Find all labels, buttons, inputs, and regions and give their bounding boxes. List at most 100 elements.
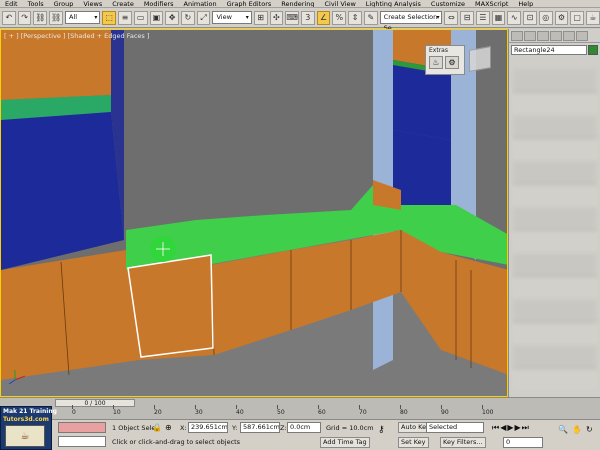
align-icon[interactable]: ⊟ (460, 10, 474, 25)
edit-named-selection-icon[interactable]: ✎ (363, 10, 378, 25)
maxscript-mini-listener[interactable] (58, 436, 106, 447)
menu-item-rendering[interactable]: Rendering (276, 0, 319, 7)
layer-manager-icon[interactable]: ☰ (475, 10, 490, 25)
timeline-tick: 100 (482, 405, 494, 416)
timeline-tick: 40 (236, 405, 244, 416)
select-by-name-icon[interactable]: ≡ (118, 10, 132, 25)
menu-bar: Edit Tools Group Views Create Modifiers Animat… (0, 0, 600, 8)
pan-icon[interactable]: ✋ (572, 425, 582, 434)
rectangular-selection-icon[interactable]: ▭ (133, 10, 148, 25)
graphite-ribbon-icon[interactable]: ▦ (491, 10, 506, 25)
curve-editor-icon[interactable]: ∿ (507, 10, 522, 25)
x-label: X: (180, 424, 187, 432)
modify-tab-icon[interactable] (524, 31, 536, 41)
named-selection-dropdown[interactable]: Create Selection Se (379, 11, 443, 32)
mirror-icon[interactable]: ⇔ (444, 10, 459, 25)
perspective-viewport[interactable]: [ + ] [Perspective ] [Shaded + Edged Fac… (0, 29, 508, 397)
maxscript-listener[interactable] (58, 422, 106, 433)
selected-door-outline (127, 254, 214, 358)
object-color-swatch[interactable] (588, 45, 598, 55)
menu-item-lighting-analysis[interactable]: Lighting Analysis (361, 0, 426, 7)
playback-controls[interactable]: ⏮◀▶▶⏭ (492, 423, 530, 433)
key-icon[interactable]: ⚷ (378, 425, 385, 435)
selection-filter-dropdown[interactable]: All (64, 11, 101, 24)
menu-item-create[interactable]: Create (107, 0, 139, 7)
menu-item-views[interactable]: Views (78, 0, 107, 7)
object-name-field[interactable]: Rectangle24 (511, 45, 587, 55)
menu-item-civil-view[interactable]: Civil View (319, 0, 360, 7)
menu-item-edit[interactable]: Edit (0, 0, 23, 7)
rotate-icon[interactable]: ↻ (181, 10, 195, 25)
scale-icon[interactable]: ⤢ (196, 10, 211, 25)
render-setup-icon[interactable]: ⚙ (554, 10, 569, 25)
pivot-center-icon[interactable]: ⊞ (253, 10, 268, 25)
menu-item-modifiers[interactable]: Modifiers (139, 0, 179, 7)
viewport-label[interactable]: [ + ] [Perspective ] [Shaded + Edged Fac… (4, 32, 149, 40)
tutorial-logo: Mak 21 Training Tutors3d.com ☕ (0, 406, 57, 450)
motion-tab-icon[interactable] (550, 31, 562, 41)
link-icon[interactable]: ⛓ (33, 10, 48, 25)
move-icon[interactable]: ✥ (165, 10, 179, 25)
orbit-icon[interactable]: ↻ (586, 425, 593, 434)
timeline-tick: 90 (441, 405, 449, 416)
menu-item-maxscript[interactable]: MAXScript (470, 0, 513, 7)
rendered-frame-icon[interactable]: ▢ (570, 10, 585, 25)
snaps-toggle-icon[interactable]: 3 (300, 10, 315, 25)
set-key-button[interactable]: Set Key (398, 437, 429, 448)
percent-snap-icon[interactable]: % (332, 10, 347, 25)
key-filters-button[interactable]: Key Filters... (440, 437, 486, 448)
z-coordinate-field[interactable]: 0.0cm (287, 422, 321, 433)
viewcube[interactable] (469, 46, 491, 72)
hierarchy-tab-icon[interactable] (537, 31, 549, 41)
track-bar-ruler[interactable]: 0 10 20 30 40 50 60 70 80 90 100 (0, 405, 500, 419)
scene-render (1, 30, 507, 396)
select-manipulate-icon[interactable]: ✣ (269, 10, 284, 25)
menu-item-help[interactable]: Help (513, 0, 538, 7)
select-object-icon[interactable]: ⬚ (102, 10, 117, 25)
zoom-icon[interactable]: 🔍 (558, 425, 568, 434)
schematic-view-icon[interactable]: ⊡ (523, 10, 537, 25)
render-teapot-icon[interactable]: ♨ (429, 56, 443, 69)
angle-snap-icon[interactable]: ∠ (316, 10, 331, 25)
command-panel-rollouts (513, 69, 597, 389)
key-mode-dropdown[interactable]: Selected (426, 422, 484, 433)
current-frame-field[interactable]: 0 (503, 437, 543, 448)
window-crossing-icon[interactable]: ▣ (149, 10, 164, 25)
timeline-tick: 70 (359, 405, 367, 416)
array-icon[interactable]: ⚙ (445, 56, 459, 69)
menu-item-graph-editors[interactable]: Graph Editors (222, 0, 277, 7)
command-panel: Rectangle24 (508, 29, 600, 397)
x-coordinate-field[interactable]: 239.651cm (188, 422, 228, 433)
render-production-icon[interactable]: ☕ (586, 10, 600, 25)
status-bar: 1 Object Selec Click or click-and-drag t… (0, 419, 600, 450)
extras-title: Extras (429, 47, 448, 54)
y-label: Y: (232, 424, 238, 432)
y-coordinate-field[interactable]: 587.661cm (240, 422, 280, 433)
z-label: Z: (280, 424, 287, 432)
undo-icon[interactable]: ↶ (2, 10, 16, 25)
reference-coordinate-dropdown[interactable]: View (212, 11, 252, 24)
spinner-snap-icon[interactable]: ⇕ (348, 10, 362, 25)
menu-item-tools[interactable]: Tools (23, 0, 49, 7)
lock-selection-icon[interactable]: 🔒 (152, 423, 162, 432)
utilities-tab-icon[interactable] (576, 31, 588, 41)
time-slider[interactable]: 0 / 100 (55, 399, 135, 407)
timeline-tick: 50 (277, 405, 285, 416)
unlink-icon[interactable]: ⛓ (49, 10, 63, 25)
redo-icon[interactable]: ↷ (17, 10, 32, 25)
display-tab-icon[interactable] (563, 31, 575, 41)
timeline-tick: 0 (72, 405, 76, 416)
timeline-tick: 20 (154, 405, 162, 416)
add-time-tag-button[interactable]: Add Time Tag (320, 437, 370, 448)
logo-line1: Mak 21 Training (3, 408, 57, 415)
timeline: 0 / 100 0 10 20 30 40 50 60 70 80 90 100 (0, 397, 600, 419)
material-editor-icon[interactable]: ◎ (538, 10, 553, 25)
left-cabinet-top (1, 30, 111, 100)
teapot-icon: ☕ (5, 425, 45, 447)
keyboard-shortcut-icon[interactable]: ⌨ (285, 10, 299, 25)
menu-item-customize[interactable]: Customize (426, 0, 470, 7)
create-tab-icon[interactable] (511, 31, 523, 41)
menu-item-animation[interactable]: Animation (179, 0, 222, 7)
menu-item-group[interactable]: Group (49, 0, 79, 7)
absolute-mode-icon[interactable]: ⊕ (165, 423, 172, 432)
